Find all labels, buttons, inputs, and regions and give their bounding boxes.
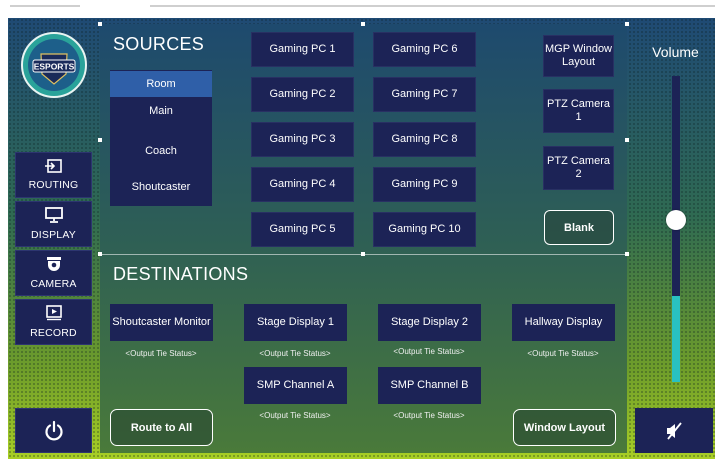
camera-button[interactable]: CAMERA — [15, 250, 92, 296]
esports-logo: ESPORTS — [21, 32, 87, 98]
record-label: RECORD — [30, 327, 77, 339]
gaming-pc-7-button[interactable]: Gaming PC 7 — [373, 77, 476, 112]
mute-button[interactable] — [635, 408, 713, 453]
routing-icon — [44, 159, 63, 175]
blank-button[interactable]: Blank — [544, 210, 614, 245]
routing-button[interactable]: ROUTING — [15, 152, 92, 198]
output-tie-status: <Output Tie Status> — [259, 411, 331, 420]
source-item-room[interactable]: Room — [110, 71, 212, 97]
hallway-display-button[interactable]: Hallway Display — [512, 304, 615, 341]
gaming-pc-5-button[interactable]: Gaming PC 5 — [251, 212, 354, 247]
source-item-main[interactable]: Main — [110, 98, 212, 124]
smp-channel-a-button[interactable]: SMP Channel A — [244, 367, 347, 404]
source-item-shoutcaster[interactable]: Shoutcaster — [110, 174, 212, 200]
output-tie-status: <Output Tie Status> — [393, 411, 465, 420]
window-layout-button[interactable]: Window Layout — [513, 409, 616, 446]
output-tie-status: <Output Tie Status> — [125, 349, 197, 358]
output-tie-status: <Output Tie Status> — [259, 349, 331, 358]
gaming-pc-1-button[interactable]: Gaming PC 1 — [251, 32, 354, 67]
gaming-pc-9-button[interactable]: Gaming PC 9 — [373, 167, 476, 202]
display-icon — [44, 207, 63, 225]
stage-display-1-button[interactable]: Stage Display 1 — [244, 304, 347, 341]
gaming-pc-4-button[interactable]: Gaming PC 4 — [251, 167, 354, 202]
mute-icon — [667, 421, 682, 440]
left-sidebar: ESPORTS ROUTING DISPLAY CAMERA RECORD — [8, 18, 98, 459]
power-icon — [44, 420, 63, 440]
ptz-camera-1-button[interactable]: PTZ Camera 1 — [543, 89, 614, 133]
display-label: DISPLAY — [31, 229, 76, 241]
output-tie-status: <Output Tie Status> — [527, 349, 599, 358]
gaming-pc-6-button[interactable]: Gaming PC 6 — [373, 32, 476, 67]
gaming-pc-2-button[interactable]: Gaming PC 2 — [251, 77, 354, 112]
shoutcaster-monitor-button[interactable]: Shoutcaster Monitor — [110, 304, 213, 341]
record-button[interactable]: RECORD — [15, 299, 92, 345]
gaming-pc-10-button[interactable]: Gaming PC 10 — [373, 212, 476, 247]
output-tie-status: <Output Tie Status> — [393, 347, 465, 356]
ptz-camera-2-button[interactable]: PTZ Camera 2 — [543, 146, 614, 190]
volume-label: Volume — [652, 44, 699, 60]
gaming-pc-8-button[interactable]: Gaming PC 8 — [373, 122, 476, 157]
routing-label: ROUTING — [28, 179, 79, 191]
power-button[interactable] — [15, 408, 92, 453]
source-list: Room Main Coach Shoutcaster — [110, 70, 212, 206]
svg-text:ESPORTS: ESPORTS — [34, 62, 75, 72]
volume-fill — [672, 296, 680, 382]
mgp-window-layout-button[interactable]: MGP Window Layout — [543, 35, 614, 77]
sources-title: SOURCES — [113, 34, 205, 54]
source-item-coach[interactable]: Coach — [110, 138, 212, 164]
window-top-border — [0, 0, 715, 14]
gaming-pc-3-button[interactable]: Gaming PC 3 — [251, 122, 354, 157]
destinations-title: DESTINATIONS — [113, 264, 249, 284]
volume-thumb[interactable] — [666, 209, 686, 230]
control-panel: ESPORTS ROUTING DISPLAY CAMERA RECORD SO… — [8, 18, 715, 459]
camera-icon — [45, 256, 63, 274]
display-button[interactable]: DISPLAY — [15, 201, 92, 247]
record-icon — [45, 305, 63, 323]
camera-label: CAMERA — [30, 278, 77, 290]
route-to-all-button[interactable]: Route to All — [110, 409, 213, 446]
stage-display-2-button[interactable]: Stage Display 2 — [378, 304, 481, 341]
volume-panel: Volume — [636, 24, 715, 412]
smp-channel-b-button[interactable]: SMP Channel B — [378, 367, 481, 404]
